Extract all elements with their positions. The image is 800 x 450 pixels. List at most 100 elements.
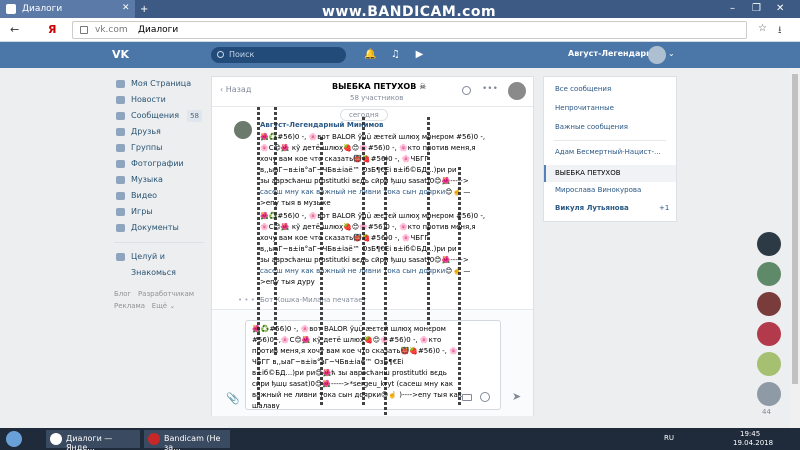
browser-tab[interactable]: Диалоги ✕ [0,0,135,18]
dialog-filter-panel: Все сообщения Непрочитанные Важные сообщ… [543,76,677,222]
download-icon[interactable]: ⭳ [778,23,782,40]
back-arrow-icon[interactable]: ← [10,23,19,36]
message-body: 🌺♻️#56)0 -, 🌸вот BALOR ўџџ̈ ӕєтєй шлюӽ м… [260,212,486,264]
dialog-item[interactable]: Викуля Лутьянова [555,204,629,212]
app-icon [116,253,125,261]
menu-footer: Блог Разработчикам Реклама Ещё ⌄ [114,288,209,312]
dialog-item[interactable]: Мирослава Винокурова [555,186,641,194]
filter-important[interactable]: Важные сообщения [555,123,628,131]
contact-avatar[interactable] [757,352,781,376]
menu-label: Видео [131,191,158,200]
menu-label: Друзья [131,127,161,136]
clock-date[interactable]: 19.04.2018 [733,439,773,447]
bookmark-icon[interactable]: ☆ [758,23,767,34]
message-link[interactable]: сасеш мну как важный не ливни тока сын д… [260,267,445,275]
bell-icon[interactable]: 🔔 [364,49,376,60]
windows-taskbar: Диалоги — Янде... Bandicam (Не за... RU … [0,428,800,450]
url-field[interactable]: vk.com Диалоги [72,21,747,39]
filter-unread[interactable]: Непрочитанные [555,104,614,112]
camera-icon[interactable] [462,394,472,401]
glitch-streak [362,117,365,407]
task-label: Bandicam (Не за... [164,434,221,450]
message-text: 🌺♻️#56)0 -, 🌸вот BALOR ўџџ̈ ӕєтєй шлюӽ м… [260,132,530,209]
search-icon[interactable] [462,86,471,95]
footer-more-link[interactable]: Ещё ⌄ [152,302,175,310]
typing-dots: • • • [238,296,255,304]
menu-item-groups[interactable]: Группы [114,140,204,156]
start-button[interactable] [6,431,22,447]
menu-item-documents[interactable]: Документы [114,220,204,236]
menu-label: Сообщения [131,111,180,120]
menu-label: Игры [131,207,153,216]
language-indicator[interactable]: RU [664,434,674,442]
vk-logo[interactable]: VK [112,48,134,62]
menu-item-friends[interactable]: Друзья [114,124,204,140]
chat-avatar[interactable] [508,82,526,100]
menu-item-messages[interactable]: Сообщения 58 [114,108,204,124]
message-link[interactable]: сасеш мну как важный не ливни тока сын д… [260,188,445,196]
url-host: vk.com [95,25,128,35]
contact-avatar[interactable] [757,322,781,346]
play-icon[interactable]: ▶ [414,49,425,60]
messages-icon [116,112,125,120]
friends-icon [116,128,125,136]
message-composer: 📎 🌺♻️#56)0 -, 🌸вот BALOR ўџџ̈ ӕєтєй шлюӽ… [212,309,533,416]
dialog-item[interactable]: Адам Бесмертный-Нацист-... [555,148,661,156]
taskbar-bandicam[interactable]: Bandicam (Не за... [144,430,230,450]
minimize-button[interactable]: – [730,3,735,14]
groups-icon [116,144,125,152]
lock-icon [80,26,88,34]
page-scrollbar[interactable] [790,68,800,428]
chat-members-count[interactable]: 58 участников [350,94,403,102]
menu-item-games[interactable]: Игры [114,204,204,220]
glitch-streak [257,107,260,407]
back-label: Назад [225,85,252,94]
menu-item-app[interactable]: Целуй и Знакомься [114,249,204,277]
restore-button[interactable]: ❐ [752,3,761,14]
menu-label: Целуй и Знакомься [131,252,176,277]
chat-title[interactable]: ВЫЕБКА ПЕТУХОВ ☠ [332,82,426,91]
menu-divider [114,242,204,243]
menu-item-my-page[interactable]: Моя Страница [114,76,204,92]
close-window-button[interactable]: ✕ [776,3,784,14]
new-tab-button[interactable]: + [140,4,148,15]
contact-avatar[interactable] [757,292,781,316]
clock-time[interactable]: 19:45 [740,430,760,438]
camera-icon [116,160,125,168]
send-icon[interactable]: ➤ [512,390,521,403]
filter-all-messages[interactable]: Все сообщения [555,85,611,93]
bandicam-icon [148,433,160,445]
more-icon[interactable]: ••• [482,84,498,94]
footer-ads-link[interactable]: Реклама [114,302,145,310]
contact-avatar[interactable] [757,262,781,286]
footer-blog-link[interactable]: Блог [114,290,131,298]
contact-avatar[interactable] [757,232,781,256]
glitch-streak [427,117,430,327]
menu-item-news[interactable]: Новости [114,92,204,108]
back-link[interactable]: ‹ Назад [220,85,251,94]
yandex-logo-icon[interactable]: Я [48,23,56,36]
menu-item-photos[interactable]: Фотографии [114,156,204,172]
paperclip-icon[interactable]: 📎 [226,392,240,405]
chevron-down-icon[interactable]: ⌄ [668,49,675,58]
glitch-streak [320,137,323,407]
menu-item-music[interactable]: Музыка [114,172,204,188]
chat-panel: ‹ Назад ВЫЕБКА ПЕТУХОВ ☠ 58 участников •… [211,76,534,417]
avatar[interactable] [234,121,252,139]
emoji-icon[interactable] [480,392,490,402]
panel-divider [554,140,666,141]
tab-close-icon[interactable]: ✕ [122,3,130,13]
footer-developers-link[interactable]: Разработчикам [138,290,194,298]
avatar[interactable] [648,46,666,64]
left-menu: Моя Страница Новости Сообщения 58 Друзья … [114,76,204,277]
vk-favicon-icon [6,4,16,14]
contact-avatar[interactable] [757,382,781,406]
contacts-count[interactable]: 44 [762,408,771,416]
scrollbar-thumb[interactable] [792,74,798,384]
music-icon[interactable]: ♫ [390,49,401,60]
search-placeholder: Поиск [229,50,255,59]
search-input[interactable]: Поиск [211,47,346,63]
url-page-title: Диалоги [138,25,179,35]
menu-item-video[interactable]: Видео [114,188,204,204]
taskbar-browser[interactable]: Диалоги — Янде... [46,430,140,450]
